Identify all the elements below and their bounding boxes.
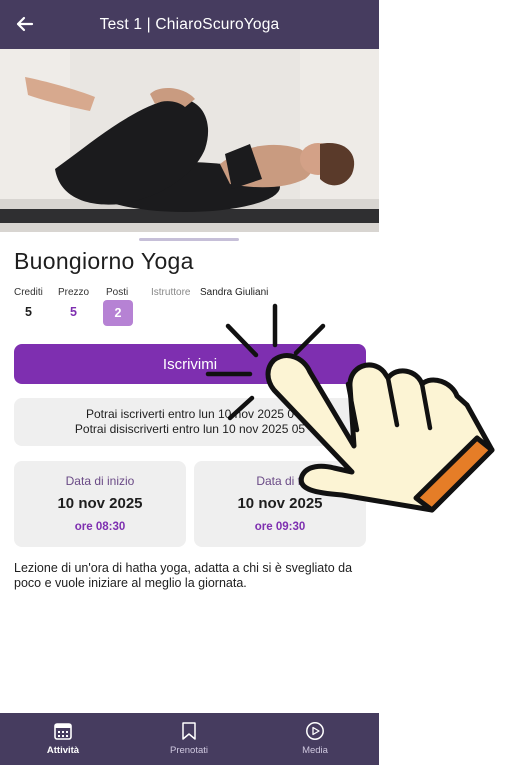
calendar-icon	[54, 723, 72, 740]
play-circle-icon	[306, 722, 324, 740]
back-arrow-icon[interactable]	[12, 11, 38, 37]
bookmark-icon	[182, 722, 196, 740]
start-date-value: 10 nov 2025	[57, 495, 143, 512]
page-title: Test 1 | ChiaroScuroYoga	[99, 15, 280, 33]
sheet-handle[interactable]	[139, 238, 239, 241]
class-title: Buongiorno Yoga	[14, 248, 194, 274]
tab-media-label: Media	[302, 745, 328, 756]
start-date-label: Data di inizio	[65, 474, 135, 488]
tab-attivita-label: Attività	[46, 745, 80, 756]
instructor-label: Istruttore	[151, 287, 191, 298]
instructor-name: Sandra Giuliani	[200, 287, 269, 298]
start-date-card: Data di inizio 10 nov 2025 ore 08:30	[14, 461, 186, 547]
class-photo	[0, 49, 379, 232]
bottom-tab-bar: Attività Prenotati Media	[0, 713, 379, 765]
tab-prenotati-label: Prenotati	[169, 745, 209, 756]
class-description: Lezione di un'ora di hatha yoga, adatta …	[14, 561, 353, 590]
top-app-bar: Test 1 | ChiaroScuroYoga	[0, 0, 379, 49]
credits-label: Crediti	[14, 287, 43, 298]
price-value: 5	[70, 305, 77, 319]
start-time-value: ore 08:30	[74, 521, 126, 533]
tap-hand-icon	[205, 303, 495, 513]
tab-media[interactable]: Media	[252, 713, 378, 765]
tab-prenotati[interactable]: Prenotati	[126, 713, 252, 765]
tab-attivita[interactable]: Attività	[0, 713, 126, 765]
credits-value: 5	[25, 305, 32, 319]
seats-label: Posti	[106, 287, 129, 298]
seats-badge: 2	[103, 300, 133, 326]
price-label: Prezzo	[58, 287, 90, 298]
